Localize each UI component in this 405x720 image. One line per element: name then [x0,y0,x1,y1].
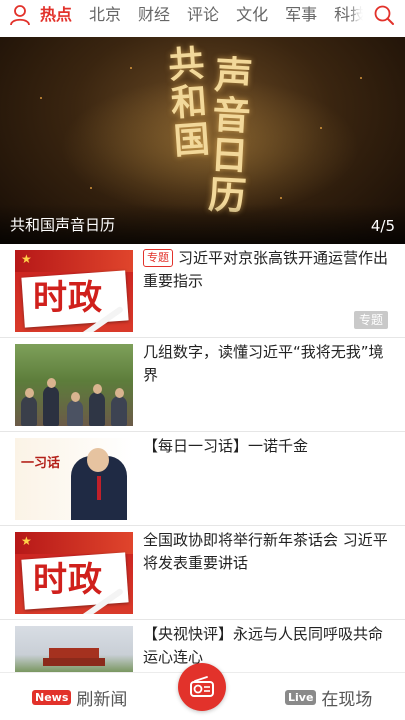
person-figure [89,392,105,426]
tab-comment[interactable]: 评论 [187,0,219,30]
thumbnail-text: 时政 [33,560,103,600]
person-head [71,392,80,402]
news-thumbnail [15,344,133,426]
bottom-tab-bar: News 刷新闻 Live 在现场 [0,663,405,720]
list-item[interactable]: 一习话 【每日一习话】一诺千金 [0,432,405,526]
spark [280,197,282,199]
flag-decoration: ★ [15,250,133,272]
person-head [25,388,34,398]
banner-page-indicator: 4/5 [370,217,395,235]
person-head [47,378,56,388]
banner-calligraphy-2: 声音日历 [200,53,255,217]
person-head [115,388,124,398]
news-thumbnail: 一习话 [15,438,133,520]
spark [130,67,132,69]
tab-news[interactable]: News 刷新闻 [32,685,127,710]
person-head [93,384,102,394]
tab-finance[interactable]: 财经 [138,0,170,30]
search-icon[interactable] [363,0,405,30]
star-icon: ★ [21,534,32,548]
news-list: ★ 时政 专题 习近平对京张高铁开通运营作出重要指示 专题 几组数字，读懂习近平“… [0,244,405,714]
news-pill: News [32,690,72,705]
tab-beijing[interactable]: 北京 [89,0,121,30]
channel-tabs: 热点 北京 财经 评论 文化 军事 科技 [40,0,363,30]
list-item[interactable]: ★ 时政 专题 习近平对京张高铁开通运营作出重要指示 专题 [0,244,405,338]
person-figure [67,400,83,426]
person-figure [111,396,127,426]
tab-live-label: 在现场 [321,690,373,710]
news-title: 【央视快评】永远与人民同呼吸共命运心连心 [143,625,384,666]
news-thumbnail: ★ 时政 [15,250,133,332]
tab-news-label: 刷新闻 [76,690,128,710]
news-title-text: 习近平对京张高铁开通运营作出重要指示 [143,249,389,290]
tab-military[interactable]: 军事 [285,0,317,30]
banner-title: 共和国声音日历 [10,216,116,234]
news-thumbnail: ★ 时政 [15,532,133,614]
thumbnail-text: 时政 [33,278,103,318]
user-icon[interactable] [0,0,40,30]
star-icon: ★ [21,252,32,266]
tab-live[interactable]: Live 在现场 [285,685,372,710]
spark [90,187,92,189]
tab-hot[interactable]: 热点 [40,0,72,30]
person-figure [43,386,59,426]
news-title: 【每日一习话】一诺千金 [143,437,309,455]
news-title: 几组数字，读懂习近平“我将无我”境界 [143,343,384,384]
top-nav: 热点 北京 财经 评论 文化 军事 科技 [0,0,405,30]
person-head [87,448,109,472]
person-figure [21,396,37,426]
flag-decoration: ★ [15,532,133,554]
spark [320,127,322,129]
spark [360,77,362,79]
thumbnail-logo-text: 一习话 [21,456,61,471]
live-pill: Live [285,690,317,705]
news-title: 全国政协即将举行新年茶话会 习近平将发表重要讲话 [143,531,388,572]
news-title: 专题 习近平对京张高铁开通运营作出重要指示 [143,247,391,293]
spark [40,97,42,99]
list-item[interactable]: ★ 时政 全国政协即将举行新年茶话会 习近平将发表重要讲话 [0,526,405,620]
tie-decoration [97,476,101,500]
topic-tag: 专题 [353,311,388,329]
list-item[interactable]: 几组数字，读懂习近平“我将无我”境界 [0,338,405,432]
building-decoration [43,658,105,666]
banner-carousel[interactable]: 共和国 声音日历 共和国声音日历 4/5 [0,37,405,244]
radio-icon[interactable] [178,663,226,711]
tab-tech[interactable]: 科技 [334,0,363,30]
tab-culture[interactable]: 文化 [236,0,268,30]
topic-badge: 专题 [143,249,173,267]
